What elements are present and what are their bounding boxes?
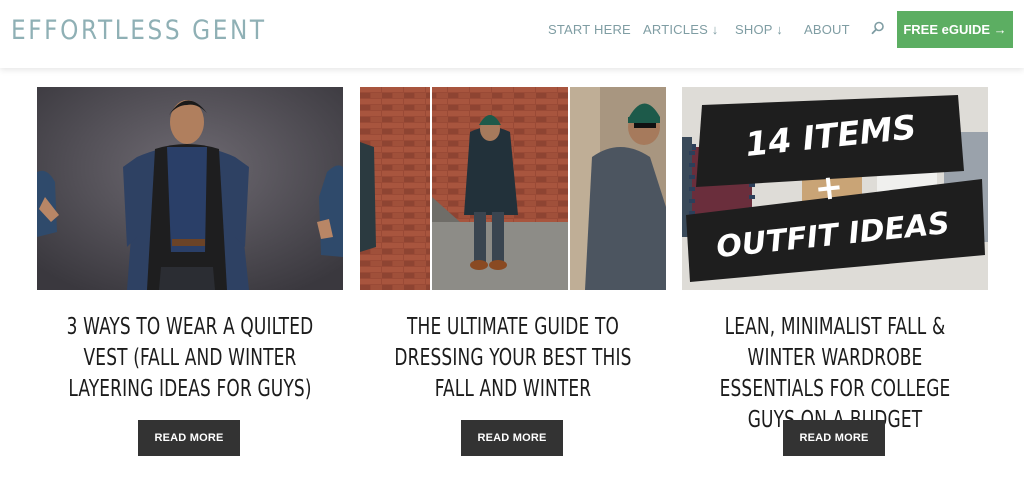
post-title[interactable]: 3 WAYS TO WEAR A QUILTED VEST (FALL AND … [58,312,322,405]
post-image-ultimate-guide[interactable] [360,87,666,290]
site-header: EFFORTLESS GENT START HERE ARTICLES ↓ SH… [0,0,1024,68]
post-title[interactable]: THE ULTIMATE GUIDE TO DRESSING YOUR BEST… [381,312,645,405]
post-title[interactable]: LEAN, MINIMALIST FALL & WINTER WARDROBE … [703,312,967,436]
image-text-plus: + [813,167,846,210]
search-icon[interactable] [871,21,885,35]
nav-item-articles[interactable]: ARTICLES ↓ [643,22,718,37]
read-more-button[interactable]: READ MORE [138,420,240,456]
post-image-quilted-vest[interactable] [37,87,343,290]
free-eguide-button[interactable]: FREE eGUIDE → [897,11,1013,48]
nav-item-shop[interactable]: SHOP ↓ [735,22,783,37]
read-more-button[interactable]: READ MORE [461,420,563,456]
site-logo[interactable]: EFFORTLESS GENT [11,15,267,46]
nav-item-about[interactable]: ABOUT [804,22,850,37]
nav-item-start-here[interactable]: START HERE [548,22,631,37]
post-image-wardrobe-essentials[interactable]: 14 ITEMS + OUTFIT IDEAS [682,87,988,290]
read-more-button[interactable]: READ MORE [783,420,885,456]
